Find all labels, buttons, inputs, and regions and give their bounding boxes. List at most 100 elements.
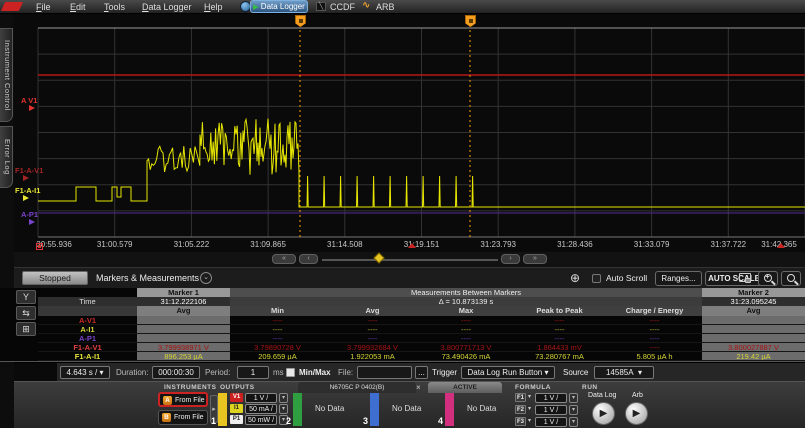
crosshair-icon[interactable]: ⊕ [570, 271, 580, 285]
cell-avg: 3.799932684 V [325, 343, 420, 352]
instrument-a-badge: A [163, 396, 172, 405]
formula-scale-dropdown-icon[interactable]: ▾ [569, 417, 578, 427]
cell-marker1-avg: 896.253 µA [137, 352, 230, 361]
scroll-right-button[interactable]: › [501, 254, 520, 264]
scroll-track[interactable] [322, 259, 498, 261]
panel-title: Markers & Measurements [96, 273, 199, 283]
zoom-in-button[interactable]: + [758, 271, 778, 286]
cell-charge: ---- [607, 334, 702, 343]
x-tick: 31:00.579 [97, 240, 133, 249]
marker-pair-icon[interactable]: ⇆ [16, 306, 36, 320]
formula-scale-dropdown-icon[interactable]: ▾ [569, 393, 578, 403]
event-indicator-icon [777, 243, 785, 248]
auto-scroll-label: Auto Scroll [606, 273, 647, 283]
scroll-fast-right-button[interactable]: » [523, 254, 547, 264]
file-browse-button[interactable]: ... [415, 366, 428, 379]
formula-chevron-icon[interactable]: ▾ [528, 393, 531, 400]
arb-run-label: Arb [632, 392, 643, 399]
cell-ptp: 73.280767 mA [512, 352, 607, 361]
outputs-header: OUTPUTS [220, 384, 255, 391]
duration-value[interactable]: 000:00:30 [152, 366, 200, 379]
cell-marker2-avg [702, 316, 805, 325]
cell-charge: 5.805 µA h [607, 352, 702, 361]
trace-tag-f1-a-i1: F1-A-I1 [15, 186, 40, 195]
cell-min: 209.659 µA [230, 352, 325, 361]
timebase-select[interactable]: 4.643 s / ▾ [60, 366, 110, 379]
minmax-checkbox[interactable] [286, 368, 295, 377]
cell-ptp: ---- [512, 334, 607, 343]
cell-marker1-avg: 3.799938971 V [137, 343, 230, 352]
formula-chevron-icon[interactable]: ▾ [528, 417, 531, 424]
period-unit: ms [273, 368, 284, 377]
duration-label: Duration: [116, 368, 148, 377]
tab-close-icon[interactable]: × [416, 383, 421, 392]
file-label: File: [338, 368, 353, 377]
source-select[interactable]: 14585A ▾ [594, 366, 654, 379]
x-tick: 31:28.436 [557, 240, 593, 249]
grid-view-icon[interactable]: ⊞ [16, 322, 36, 336]
instrument-a-button[interactable]: AFrom File [158, 392, 208, 407]
waveform-chart[interactable]: A V1F1-A-V1F1-A-I1A-P1 30:55.93631:00.57… [14, 14, 805, 252]
channel-badge-p1: P1 [230, 415, 243, 424]
cell-max: ---- [420, 316, 512, 325]
cell-max: 3.800771713 V [420, 343, 512, 352]
screenshot-button[interactable] [737, 271, 755, 286]
cell-charge: ---- [607, 316, 702, 325]
formula-scale-f1[interactable]: 1 V / [535, 393, 567, 403]
arb-run-button[interactable]: ▶ [625, 402, 648, 425]
marker1-time: 31:12.222106 [137, 297, 230, 306]
active-tab[interactable]: ACTIVE [428, 382, 502, 393]
x-tick: 31:14.508 [327, 240, 363, 249]
channel-scale-p1[interactable]: 50 mW / [245, 415, 277, 425]
formula-scale-f3[interactable]: 1 V / [535, 417, 567, 427]
cell-marker2-avg [702, 334, 805, 343]
datalog-run-button[interactable]: ▶ [592, 402, 615, 425]
row-label: A-I1 [38, 325, 137, 334]
scroll-handle[interactable] [373, 252, 384, 263]
channel-scale-v1[interactable]: 1 V / [245, 393, 277, 403]
output4-number: 4 [438, 416, 443, 426]
formula-scale-dropdown-icon[interactable]: ▾ [569, 405, 578, 415]
cell-marker1-avg [137, 334, 230, 343]
record-indicator-icon [36, 243, 43, 250]
period-input[interactable]: 1 [237, 366, 269, 379]
marker1-header[interactable]: Marker 1 [137, 288, 230, 297]
file-input[interactable] [357, 366, 412, 379]
chart-scrollbar: « ‹ › » [14, 252, 805, 267]
output1-number: 1 [211, 416, 216, 426]
channel-scale-i1[interactable]: 50 mA / [245, 404, 277, 414]
channel-scale-dropdown-icon[interactable]: ▾ [279, 404, 288, 414]
time-label: Time [38, 297, 137, 306]
event-indicator-icon [408, 243, 416, 248]
channel-scale-dropdown-icon[interactable]: ▾ [279, 393, 288, 403]
formula-badge-f1[interactable]: F1 [515, 393, 526, 402]
scroll-left-button[interactable]: ‹ [299, 254, 318, 264]
formula-badge-f3[interactable]: F3 [515, 417, 526, 426]
formula-badge-f2[interactable]: F2 [515, 405, 526, 414]
channel-badge-v1: V1 [230, 393, 243, 402]
auto-scroll-checkbox[interactable] [592, 274, 601, 283]
instrument-tab[interactable]: N6705C P 0402(B) [298, 382, 416, 393]
cell-charge: ---- [607, 325, 702, 334]
app-window: File Edit Tools Data Logger Help ∿ Scope… [0, 0, 805, 428]
formula-chevron-icon[interactable]: ▾ [528, 405, 531, 412]
formula-scale-f2[interactable]: 1 V / [535, 405, 567, 415]
ranges-button[interactable]: Ranges... [655, 271, 702, 286]
trigger-select[interactable]: Data Log Run Button ▾ [461, 366, 555, 379]
chart-toolbar: Stopped Markers & Measurements ⌄ ⊕ Auto … [14, 267, 805, 288]
output4-nodata: No Data [467, 404, 496, 413]
col-header-min: Min [230, 306, 325, 316]
row-label: A-V1 [38, 316, 137, 325]
instruments-header: INSTRUMENTS [164, 384, 216, 391]
statusbar: 4.643 s / ▾ Duration: 000:00:30 Period: … [14, 362, 805, 381]
marker-tool-icon[interactable]: Y [16, 290, 36, 304]
row-label: A-P1 [38, 334, 137, 343]
instrument-panel: INSTRUMENTS AFrom File BFrom File ▸ OUTP… [14, 381, 805, 428]
marker2-header[interactable]: Marker 2 [702, 288, 805, 297]
delta-value: Δ = 10.873139 s [230, 297, 702, 306]
instrument-b-button[interactable]: BFrom File [158, 410, 208, 425]
zoom-out-button[interactable] [781, 271, 801, 286]
acquisition-state-button[interactable]: Stopped [22, 271, 88, 285]
scroll-fast-left-button[interactable]: « [272, 254, 296, 264]
panel-collapse-button[interactable]: ⌄ [200, 272, 212, 284]
